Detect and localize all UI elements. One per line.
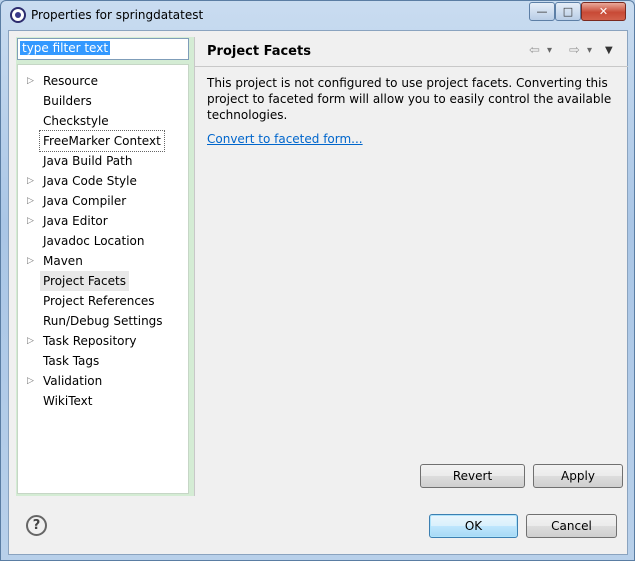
revert-button[interactable]: Revert [420, 464, 525, 488]
tree-item-label: Validation [43, 374, 103, 388]
navigation-pane: type filter text ▷ Resource Builders Checks… [16, 37, 190, 496]
property-tree: ▷ Resource Builders Checkstyle FreeMarker Co… [17, 64, 189, 494]
back-arrow-icon[interactable]: ⇦ [529, 43, 540, 58]
tree-item-label: Task Tags [43, 354, 100, 368]
view-menu-icon[interactable]: ▼ [605, 45, 613, 56]
tree-item-label: WikiText [43, 394, 93, 408]
forward-dropdown-icon[interactable]: ▾ [587, 45, 592, 56]
apply-button[interactable]: Apply [533, 464, 623, 488]
tree-item[interactable]: ▷ Maven [18, 251, 188, 271]
page-title: Project Facets [207, 44, 311, 59]
expand-arrow-icon[interactable]: ▷ [27, 331, 34, 351]
tree-item[interactable]: ▷ Resource [18, 71, 188, 91]
page-description: This project is not configured to use pr… [207, 76, 612, 122]
properties-dialog: Properties for springdatatest — □ ✕ type… [0, 0, 635, 561]
property-page: Project Facets ⇦ ▾ ⇨ ▾ ▼ This project is… [194, 37, 628, 496]
tree-item[interactable]: Javadoc Location [18, 231, 188, 251]
expand-arrow-icon[interactable]: ▷ [27, 211, 34, 231]
tree-item[interactable]: Java Build Path [18, 151, 188, 171]
tree-item[interactable]: Project Facets [18, 271, 188, 291]
title-bar[interactable]: Properties for springdatatest — □ ✕ [1, 1, 634, 29]
dialog-body: type filter text ▷ Resource Builders Checks… [8, 30, 628, 555]
expand-arrow-icon[interactable]: ▷ [27, 191, 34, 211]
close-button[interactable]: ✕ [581, 2, 626, 21]
tree-item[interactable]: Builders [18, 91, 188, 111]
maximize-button[interactable]: □ [555, 2, 581, 21]
expand-arrow-icon[interactable]: ▷ [27, 251, 34, 271]
tree-item[interactable]: ▷ Java Code Style [18, 171, 188, 191]
tree-item-label: Task Repository [43, 334, 137, 348]
cancel-button[interactable]: Cancel [526, 514, 617, 538]
tree-item-label: Java Build Path [43, 154, 133, 168]
window-title: Properties for springdatatest [31, 8, 204, 22]
tree-item-label: Run/Debug Settings [43, 314, 163, 328]
page-header: Project Facets ⇦ ▾ ⇨ ▾ ▼ [195, 37, 628, 67]
tree-item[interactable]: WikiText [18, 391, 188, 411]
expand-arrow-icon[interactable]: ▷ [27, 171, 34, 191]
help-icon[interactable]: ? [26, 515, 47, 536]
forward-arrow-icon[interactable]: ⇨ [569, 43, 580, 58]
tree-item[interactable]: ▷ Java Editor [18, 211, 188, 231]
tree-item[interactable]: ▷ Validation [18, 371, 188, 391]
tree-item-label: Maven [43, 254, 83, 268]
tree-item[interactable]: ▷ Java Compiler [18, 191, 188, 211]
eclipse-icon [10, 7, 26, 23]
tree-item-label: Checkstyle [43, 114, 109, 128]
expand-arrow-icon[interactable]: ▷ [27, 371, 34, 391]
tree-item-label: Java Code Style [43, 174, 137, 188]
tree-item-label: Java Compiler [43, 194, 127, 208]
minimize-button[interactable]: — [529, 2, 555, 21]
tree-item-label: Project Facets [40, 271, 129, 291]
expand-arrow-icon[interactable]: ▷ [27, 71, 34, 91]
tree-item[interactable]: Run/Debug Settings [18, 311, 188, 331]
tree-item-label: Builders [43, 94, 92, 108]
tree-item[interactable]: Task Tags [18, 351, 188, 371]
tree-item-label: Java Editor [43, 214, 108, 228]
tree-item[interactable]: FreeMarker Context [18, 130, 188, 152]
tree-item-label: Resource [43, 74, 99, 88]
ok-button[interactable]: OK [429, 514, 518, 538]
tree-item-label: Project References [43, 294, 155, 308]
convert-faceted-link[interactable]: Convert to faceted form... [207, 132, 363, 146]
tree-item-label: Javadoc Location [43, 234, 145, 248]
back-dropdown-icon[interactable]: ▾ [547, 45, 552, 56]
tree-item[interactable]: Checkstyle [18, 111, 188, 131]
history-nav: ⇦ ▾ ⇨ ▾ ▼ [523, 43, 623, 61]
tree-item-label: FreeMarker Context [39, 130, 165, 152]
tree-item[interactable]: Project References [18, 291, 188, 311]
tree-item[interactable]: ▷ Task Repository [18, 331, 188, 351]
filter-text: type filter text [20, 41, 111, 55]
filter-input[interactable]: type filter text [17, 38, 189, 60]
